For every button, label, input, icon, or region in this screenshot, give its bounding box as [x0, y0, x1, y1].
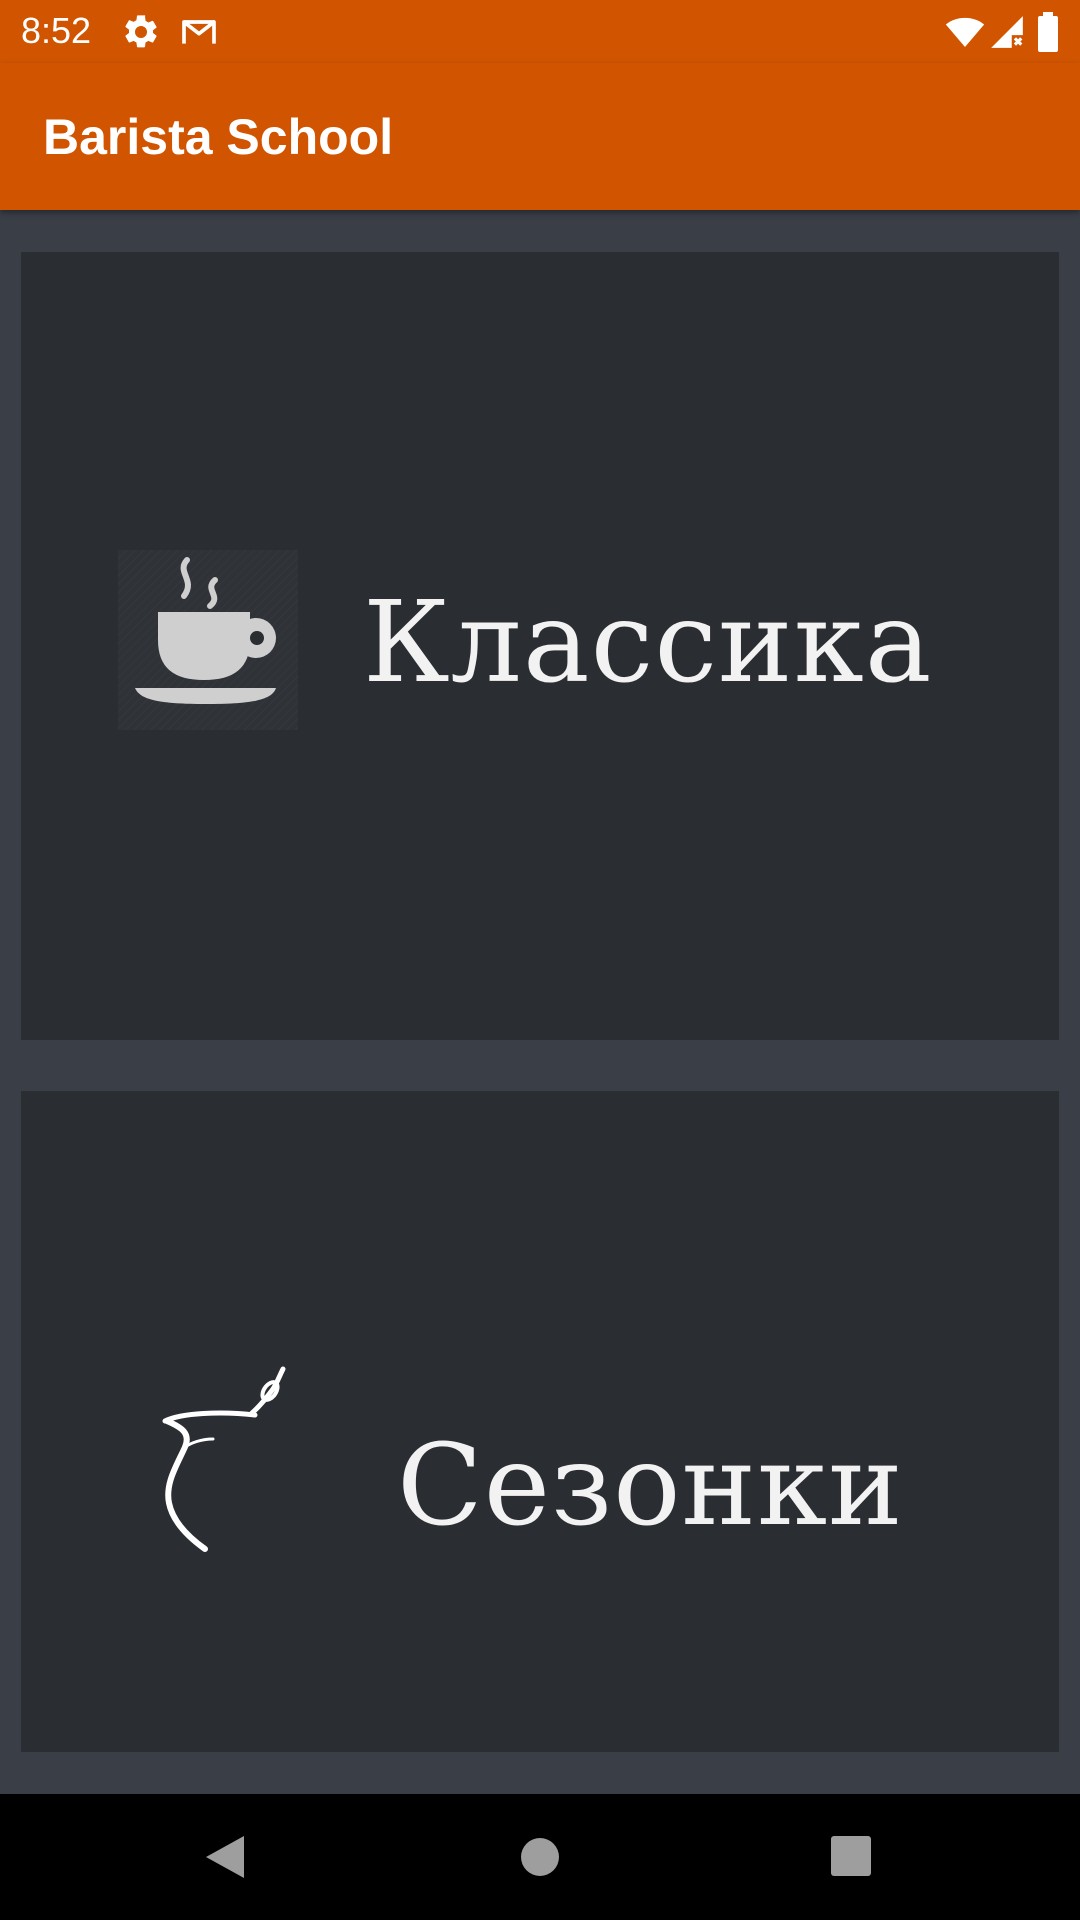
home-icon[interactable]: [519, 1836, 561, 1878]
category-card-seasonal[interactable]: Сезонки: [21, 1091, 1059, 1752]
app-bar: Barista School: [0, 63, 1080, 210]
status-time: 8:52: [21, 10, 92, 51]
cezve-icon: [162, 1366, 286, 1552]
app-title: Barista School: [43, 109, 394, 165]
category-label: Классика: [363, 578, 933, 708]
category-label: Сезонки: [397, 1421, 904, 1551]
signal-icon: [991, 16, 1023, 48]
navigation-bar: [0, 1794, 1080, 1920]
battery-icon: [1038, 12, 1058, 52]
wifi-icon: [945, 17, 985, 47]
recents-icon[interactable]: [831, 1836, 871, 1876]
back-icon[interactable]: [202, 1834, 246, 1880]
status-bar: 8:52: [0, 0, 1080, 63]
settings-icon: [125, 15, 157, 48]
category-card-classic[interactable]: Классика: [21, 252, 1059, 1040]
coffee-cup-icon: [118, 550, 298, 730]
gmail-icon: [182, 20, 216, 44]
